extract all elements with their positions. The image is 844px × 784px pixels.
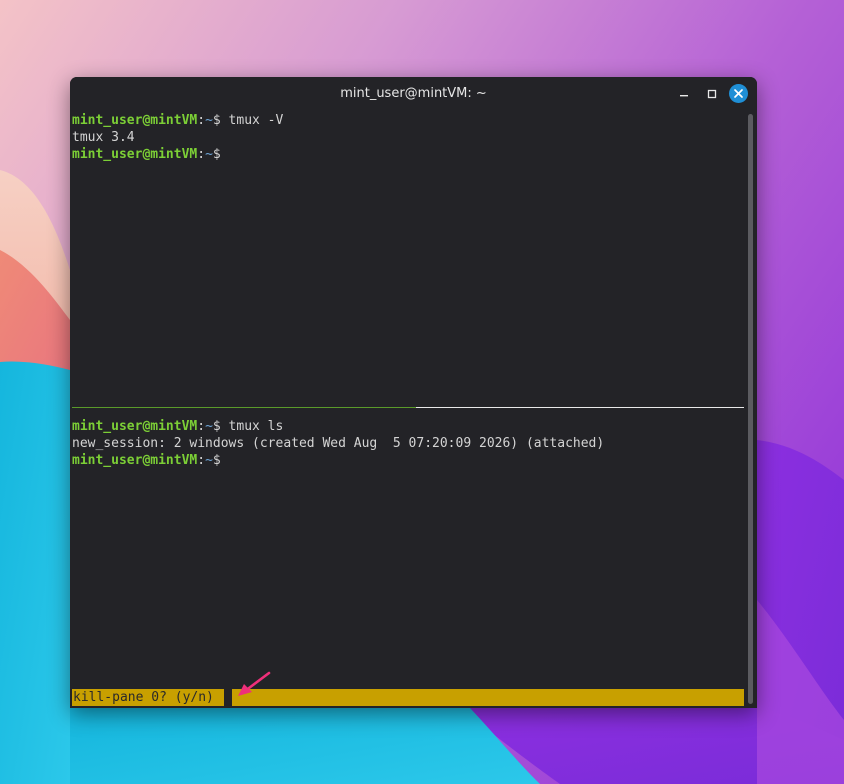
prompt-line: mint_user@mintVM:~$ tmux -V: [72, 112, 283, 129]
prompt-command: $: [212, 453, 221, 468]
prompt-path: ~: [205, 453, 213, 468]
prompt-colon: :: [197, 147, 206, 162]
tmux-status-bar[interactable]: kill-pane 0? (y/n): [72, 689, 744, 706]
prompt-user: mint_user@mintVM: [72, 113, 198, 128]
pane-border-active[interactable]: [72, 407, 416, 408]
minimize-icon[interactable]: [674, 84, 694, 104]
prompt-user: mint_user@mintVM: [72, 419, 198, 434]
vertical-scrollbar[interactable]: [748, 114, 753, 704]
prompt-path: ~: [205, 419, 213, 434]
close-icon[interactable]: [729, 84, 748, 103]
prompt-line: mint_user@mintVM:~$ tmux ls: [72, 418, 283, 435]
text-cursor[interactable]: [224, 689, 232, 706]
title-bar[interactable]: mint_user@mintVM: ~: [70, 77, 757, 111]
prompt-colon: :: [197, 453, 206, 468]
terminal-content[interactable]: mint_user@mintVM:~$ tmux -V tmux 3.4 min…: [70, 111, 745, 708]
output-line: new_session: 2 windows (created Wed Aug …: [72, 436, 605, 451]
terminal-window: mint_user@mintVM: ~ mint_user@mintVM:~$ …: [70, 77, 757, 708]
arrow-pointer-icon: [238, 671, 271, 696]
maximize-icon[interactable]: [702, 84, 722, 104]
prompt-command: $ tmux -V: [212, 113, 284, 128]
kill-pane-confirmation-prompt: kill-pane 0? (y/n): [72, 689, 222, 706]
prompt-colon: :: [197, 419, 206, 434]
prompt-line: mint_user@mintVM:~$: [72, 452, 221, 469]
prompt-user: mint_user@mintVM: [72, 147, 198, 162]
prompt-command: $ tmux ls: [212, 419, 284, 434]
prompt-colon: :: [197, 113, 206, 128]
output-line: tmux 3.4: [72, 130, 135, 145]
prompt-line: mint_user@mintVM:~$: [72, 146, 221, 163]
pane-border[interactable]: [416, 407, 744, 408]
prompt-path: ~: [205, 113, 213, 128]
prompt-command: $: [212, 147, 221, 162]
prompt-user: mint_user@mintVM: [72, 453, 198, 468]
prompt-path: ~: [205, 147, 213, 162]
window-title: mint_user@mintVM: ~: [340, 86, 487, 101]
